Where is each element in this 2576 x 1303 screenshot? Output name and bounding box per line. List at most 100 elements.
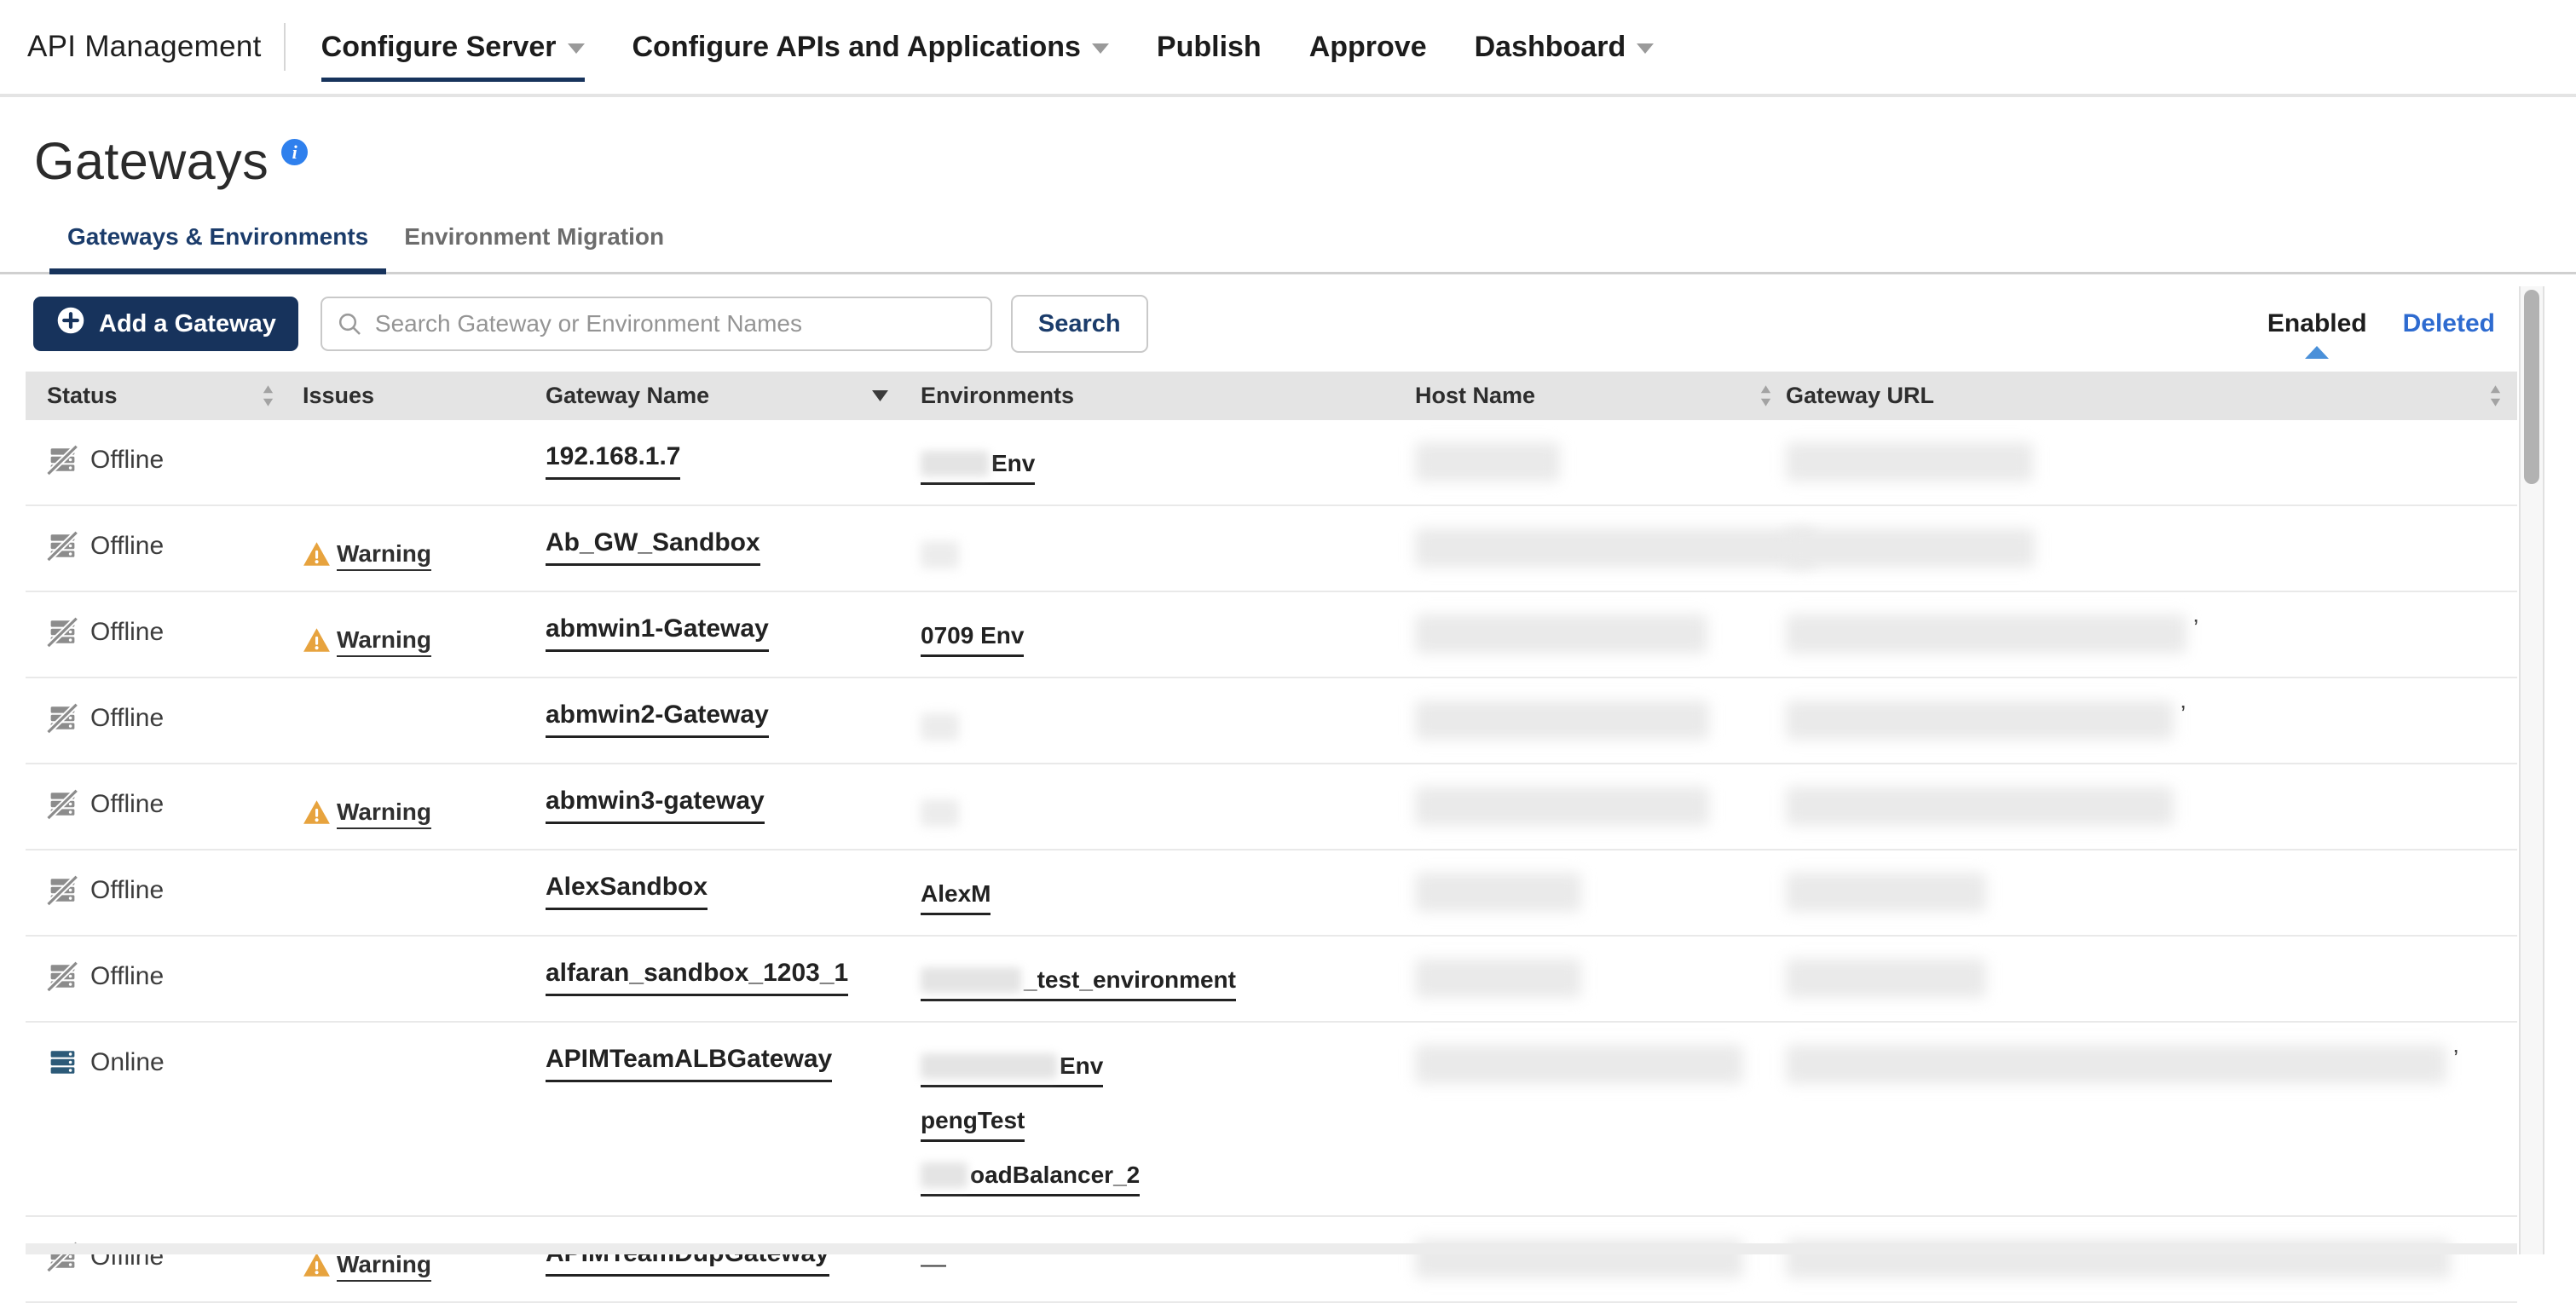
redacted-text xyxy=(921,541,959,568)
gateway-url-cell: ’ xyxy=(1777,614,2517,654)
sort-both-icon xyxy=(2489,384,2502,407)
status-label: Offline xyxy=(90,962,164,991)
host-name-cell xyxy=(1406,873,1777,916)
gateway-name-link[interactable]: alfaran_sandbox_1203_1 xyxy=(546,959,848,996)
host-name-cell xyxy=(1406,1045,1777,1088)
redacted-gateway-url xyxy=(1786,1045,2446,1084)
table-row: OfflineWarningAPIMTeamDupGateway— xyxy=(26,1217,2517,1303)
environment-link[interactable]: Env xyxy=(921,450,1035,485)
redacted-gateway-url xyxy=(1786,614,2186,654)
gateway-url-cell xyxy=(1777,528,2517,568)
redacted-text xyxy=(921,1162,967,1188)
redacted-host-name xyxy=(1415,959,1581,998)
redacted-text xyxy=(921,713,959,741)
gateway-name-link[interactable]: abmwin3-gateway xyxy=(546,787,765,824)
chevron-down-icon xyxy=(1637,43,1654,54)
filter-toggle: Enabled Deleted xyxy=(2267,309,2517,338)
search-button[interactable]: Search xyxy=(1011,295,1148,353)
vertical-scrollbar[interactable] xyxy=(2519,286,2544,1254)
gateway-name-link[interactable]: abmwin1-Gateway xyxy=(546,614,769,652)
redacted-gateway-url xyxy=(1786,959,1986,998)
status-label: Offline xyxy=(90,704,164,733)
search-box xyxy=(321,297,992,351)
gateway-name-cell: Ab_GW_Sandbox xyxy=(533,528,912,566)
status-label: Online xyxy=(90,1048,165,1077)
nav-item-approve[interactable]: Approve xyxy=(1309,0,1427,94)
environments-cell xyxy=(912,536,1406,568)
nav-item-publish[interactable]: Publish xyxy=(1157,0,1262,94)
environment-link[interactable]: 0709 Env xyxy=(921,622,1024,657)
environment-link[interactable]: pengTest xyxy=(921,1107,1025,1142)
environment-label: Env xyxy=(1060,1052,1103,1080)
gateway-name-link[interactable]: APIMTeamALBGateway xyxy=(546,1045,832,1082)
issue-warning-link[interactable]: Warning xyxy=(337,799,431,826)
gateway-name-link[interactable]: Ab_GW_Sandbox xyxy=(546,528,760,566)
server-offline-icon xyxy=(47,788,78,820)
gateway-name-link[interactable]: 192.168.1.7 xyxy=(546,442,680,480)
table-row: Offline Warning abmwin3-gateway xyxy=(26,764,2517,850)
table-row: OfflineAlexSandboxAlexM xyxy=(26,850,2517,937)
column-header-status[interactable]: Status xyxy=(26,372,290,420)
issues-cell: Warning xyxy=(290,626,533,654)
status-cell: Offline xyxy=(26,788,290,820)
gateway-name-cell: 192.168.1.7 xyxy=(533,442,912,480)
plus-circle-icon xyxy=(55,305,86,343)
column-label: Host Name xyxy=(1415,383,1535,409)
environment-link[interactable]: Env xyxy=(921,1052,1103,1087)
warning-triangle-icon xyxy=(303,799,331,827)
gateway-name-link[interactable]: abmwin2-Gateway xyxy=(546,701,769,738)
redacted-gateway-url xyxy=(1786,873,1986,912)
environments-cell: 0709 Env xyxy=(912,622,1406,657)
environment-link[interactable]: AlexM xyxy=(921,880,991,915)
toolbar: Add a Gateway Search Enabled Deleted xyxy=(26,295,2517,353)
environment-link[interactable]: oadBalancer_2 xyxy=(921,1162,1140,1196)
nav-item-label: Approve xyxy=(1309,31,1427,64)
issues-cell: Warning xyxy=(290,1251,533,1279)
tab-gateways-environments[interactable]: Gateways & Environments xyxy=(49,223,386,274)
filter-deleted[interactable]: Deleted xyxy=(2403,309,2495,338)
redacted-gateway-url xyxy=(1786,528,2035,568)
bottom-strip xyxy=(26,1243,2517,1254)
issue-warning-link[interactable]: Warning xyxy=(337,540,431,568)
column-label: Gateway Name xyxy=(546,383,709,409)
gateway-name-cell: alfaran_sandbox_1203_1 xyxy=(533,959,912,996)
column-header-gateway-url[interactable]: Gateway URL xyxy=(1777,372,2517,420)
redacted-text xyxy=(921,799,959,827)
scrollbar-thumb[interactable] xyxy=(2524,290,2539,484)
search-input[interactable] xyxy=(373,309,977,338)
issue-warning-link[interactable]: Warning xyxy=(337,1251,431,1278)
app-title: API Management xyxy=(27,30,262,64)
column-label: Environments xyxy=(921,383,1074,409)
filter-enabled[interactable]: Enabled xyxy=(2267,309,2367,338)
page-title: Gateways xyxy=(34,131,269,191)
host-name-cell xyxy=(1406,787,1777,830)
issues-cell: Warning xyxy=(290,540,533,568)
environment-label: 0709 Env xyxy=(921,622,1024,649)
environment-label: Env xyxy=(991,450,1035,477)
table-row: Online APIMTeamALBGateway Env pengTest oadBa… xyxy=(26,1023,2517,1217)
gateway-name-cell: abmwin1-Gateway xyxy=(533,614,912,652)
warning-triangle-icon xyxy=(303,540,331,568)
column-header-host-name[interactable]: Host Name xyxy=(1406,372,1777,420)
table-row: OfflineWarningAb_GW_Sandbox xyxy=(26,506,2517,592)
nav-item-configure-apis-and-applications[interactable]: Configure APIs and Applications xyxy=(632,0,1109,94)
nav-item-configure-server[interactable]: Configure Server xyxy=(321,0,585,94)
host-name-cell xyxy=(1406,614,1777,658)
gateway-name-link[interactable]: AlexSandbox xyxy=(546,873,708,910)
environment-link[interactable]: _test_environment xyxy=(921,966,1236,1001)
issue-warning-link[interactable]: Warning xyxy=(337,626,431,654)
sort-both-icon xyxy=(1759,384,1772,407)
add-gateway-button[interactable]: Add a Gateway xyxy=(33,297,298,351)
info-icon[interactable]: i xyxy=(281,139,308,165)
tab-environment-migration[interactable]: Environment Migration xyxy=(386,223,682,274)
nav-divider xyxy=(284,23,286,71)
column-label: Gateway URL xyxy=(1786,383,1934,409)
redacted-gateway-url xyxy=(1786,442,2033,481)
status-cell: Offline xyxy=(26,702,290,734)
nav-item-dashboard[interactable]: Dashboard xyxy=(1475,0,1655,94)
table-row: Offline192.168.1.7Env xyxy=(26,420,2517,506)
gateway-name-cell: abmwin2-Gateway xyxy=(533,701,912,738)
column-header-gateway-name[interactable]: Gateway Name xyxy=(533,372,912,420)
status-cell: Offline xyxy=(26,960,290,992)
no-environment-dash: — xyxy=(921,1250,946,1279)
